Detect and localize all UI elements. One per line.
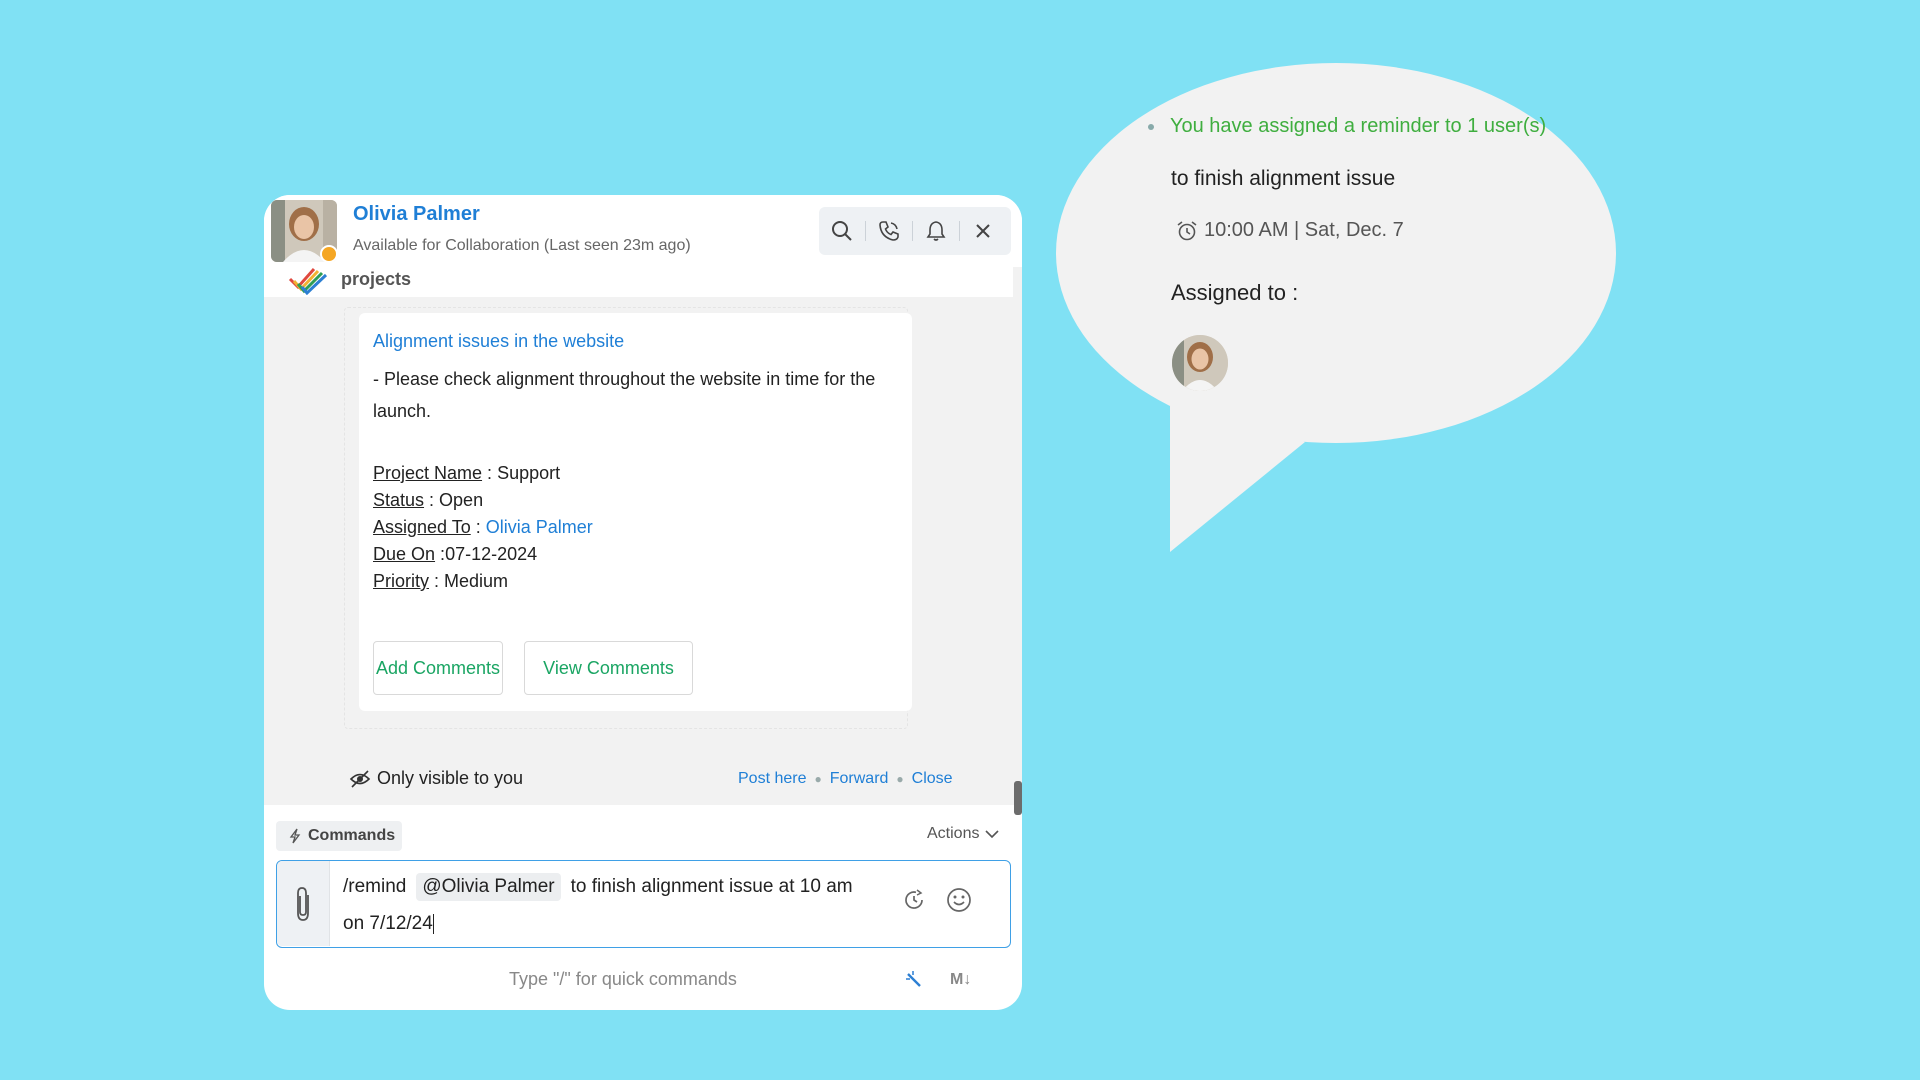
field-separator: : <box>482 463 498 483</box>
forward-link[interactable]: Forward <box>830 770 889 788</box>
reminder-time: 10:00 AM | Sat, Dec. 7 <box>1176 219 1404 242</box>
field-label: Assigned To <box>373 517 471 537</box>
call-icon <box>879 221 899 241</box>
commands-button[interactable]: Commands <box>276 821 402 851</box>
task-description: - Please check alignment throughout the … <box>373 369 876 421</box>
call-button[interactable] <box>866 207 912 255</box>
view-comments-button[interactable]: View Comments <box>524 641 693 695</box>
message-composer[interactable]: /remind @Olivia Palmer to finish alignme… <box>276 860 1011 948</box>
message-area: projects Alignment issues in the website… <box>264 267 1022 805</box>
close-icon <box>976 224 990 238</box>
chevron-down-icon <box>985 830 1000 839</box>
field-label: Status <box>373 490 425 510</box>
chat-header: Olivia Palmer Available for Collaboratio… <box>264 195 1022 268</box>
search-icon <box>832 221 852 241</box>
actions-dropdown[interactable]: Actions <box>927 825 1000 843</box>
visibility-text: Only visible to you <box>377 768 524 788</box>
field-due-on: Due On :07-12-2024 <box>373 544 537 565</box>
add-comments-button[interactable]: Add Comments <box>373 641 503 695</box>
presence-status: Available for Collaboration (Last seen 2… <box>353 237 691 254</box>
field-status: Status : Open <box>373 490 483 511</box>
composer-tools <box>902 887 972 913</box>
presence-status-dot <box>320 245 338 263</box>
scrollbar[interactable] <box>1014 781 1022 815</box>
field-project-name: Project Name : Support <box>373 463 560 484</box>
bullet-point <box>1148 123 1154 130</box>
integration-name: projects <box>341 269 412 289</box>
attach-button[interactable] <box>277 861 330 946</box>
avatar-photo-icon <box>1172 335 1228 391</box>
field-separator: : <box>424 490 440 510</box>
field-label: Due On <box>373 544 436 564</box>
field-value: Open <box>439 490 484 510</box>
field-value: 07-12-2024 <box>445 544 538 564</box>
field-separator: : <box>470 517 486 537</box>
chat-window: Olivia Palmer Available for Collaboratio… <box>264 195 1022 1010</box>
confirmation-text: You have assigned a reminder to 1 user(s… <box>1170 115 1547 137</box>
confirmation-message: You have assigned a reminder to 1 user(s… <box>1148 115 1608 138</box>
assignee-avatar <box>1172 335 1228 391</box>
separator-dot: ● <box>814 772 822 786</box>
composer-hint: Type "/" for quick commands <box>509 969 737 989</box>
user-name[interactable]: Olivia Palmer <box>353 203 480 226</box>
field-priority: Priority : Medium <box>373 571 508 592</box>
separator-dot: ● <box>896 772 904 786</box>
commands-label: Commands <box>308 827 396 844</box>
composer-footer-tools: M↓ <box>904 970 971 990</box>
eye-off-icon <box>349 769 371 788</box>
visibility-notice: Only visible to you <box>349 768 523 789</box>
markdown-toggle[interactable]: M↓ <box>950 971 971 989</box>
post-here-link[interactable]: Post here <box>738 770 806 788</box>
projects-check-icon <box>288 268 328 295</box>
reminder-task: to finish alignment issue <box>1171 167 1396 190</box>
close-link[interactable]: Close <box>912 770 953 788</box>
composer-text-line: on 7/12/24 <box>343 913 434 935</box>
text-caret <box>432 913 434 934</box>
alarm-clock-icon <box>1177 220 1197 240</box>
mention-chip[interactable]: @Olivia Palmer <box>416 873 561 901</box>
schedule-icon[interactable] <box>902 888 926 912</box>
composer-text: to finish alignment issue at 10 am <box>570 876 853 897</box>
composer-text-line: /remind @Olivia Palmer to finish alignme… <box>343 873 853 901</box>
notifications-button[interactable] <box>913 207 959 255</box>
field-value: Medium <box>444 571 509 591</box>
header-actions <box>819 207 1011 255</box>
magic-wand-icon[interactable] <box>904 970 924 990</box>
field-label: Priority <box>373 571 430 591</box>
actions-label: Actions <box>927 825 980 842</box>
command-text: /remind <box>343 876 407 897</box>
message-actions: Post here ● Forward ● Close <box>738 770 953 788</box>
field-value: Support <box>497 463 561 483</box>
assigned-to-label: Assigned to : <box>1171 280 1299 305</box>
assignee-link[interactable]: Olivia Palmer <box>486 517 593 537</box>
field-assigned-to: Assigned To : Olivia Palmer <box>373 517 593 538</box>
field-separator: : <box>429 571 445 591</box>
bell-icon <box>926 221 946 241</box>
emoji-icon[interactable] <box>946 887 972 913</box>
integration-bar: projects <box>264 267 1013 297</box>
command-icon <box>289 828 301 844</box>
field-separator: : <box>435 544 446 564</box>
close-button[interactable] <box>960 207 1006 255</box>
search-button[interactable] <box>819 207 865 255</box>
reminder-time-text: 10:00 AM | Sat, Dec. 7 <box>1204 219 1404 241</box>
task-card: Alignment issues in the website - Please… <box>359 313 912 711</box>
task-title-link[interactable]: Alignment issues in the website <box>373 331 624 352</box>
composer-text: on 7/12/24 <box>343 913 433 934</box>
paperclip-icon <box>297 886 309 921</box>
field-label: Project Name <box>373 463 483 483</box>
